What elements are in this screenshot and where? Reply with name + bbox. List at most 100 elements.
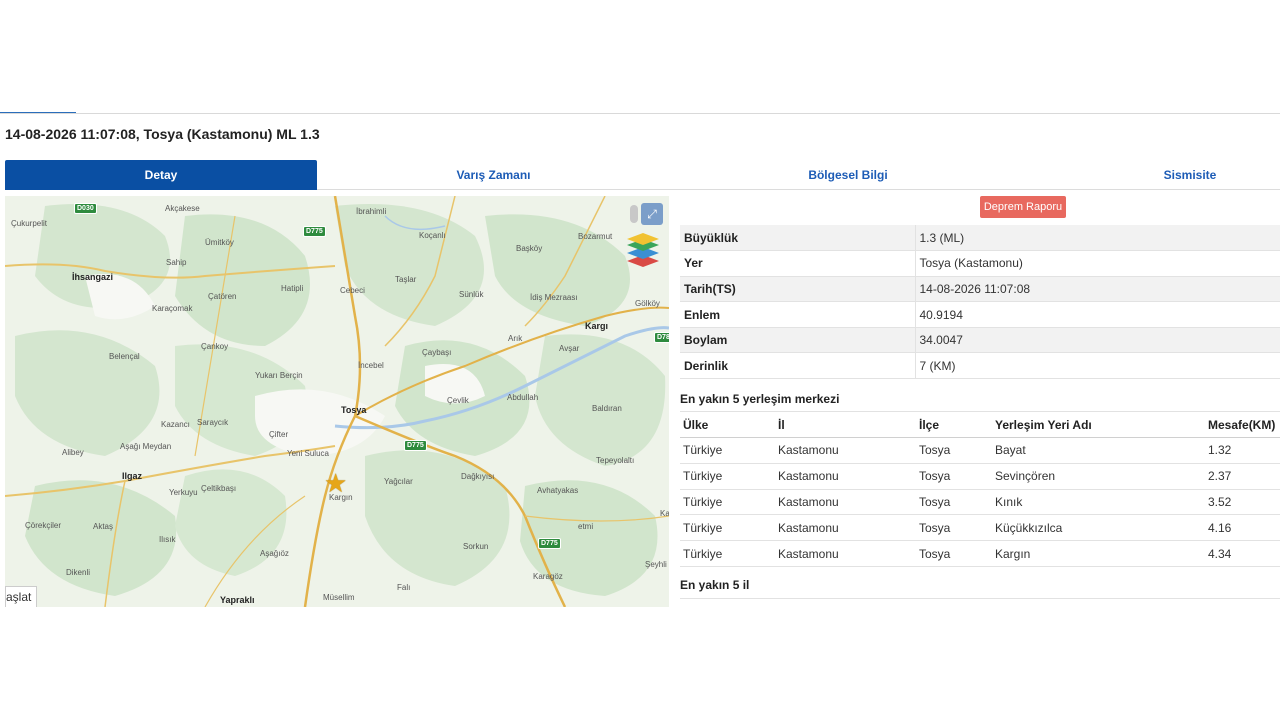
detail-key: Boylam: [680, 327, 916, 354]
tab-varis-zamani[interactable]: Varış Zamanı: [340, 160, 647, 190]
cell-country: Türkiye: [680, 489, 775, 516]
cell-country: Türkiye: [680, 437, 775, 464]
map-label-asagimeydan: Aşağı Meydan: [120, 442, 172, 451]
map-label-bozarmut: Bozarmut: [578, 232, 613, 241]
map-label-aktas: Aktaş: [93, 522, 114, 531]
column-header: İlçe: [916, 411, 992, 438]
cell-district: Tosya: [916, 514, 992, 542]
map-label-avhatyakas: Avhatyakas: [537, 486, 579, 495]
viewport-bottom-blank: [0, 607, 1280, 720]
map-label-saraycik: Saraycık: [197, 418, 229, 427]
cell-distance: 4.34: [1205, 540, 1280, 567]
detail-value: 40.9194: [915, 301, 1280, 328]
tab-detay[interactable]: Detay: [5, 160, 317, 190]
detail-key: Derinlik: [680, 352, 916, 380]
map-label-yukanbercin: Yukarı Berçin: [255, 371, 303, 380]
map-label-yenisuluca: Yeni Suluca: [287, 449, 329, 458]
detail-key: Tarih(TS): [680, 276, 916, 303]
map-label-yaprakli: Yapraklı: [220, 595, 255, 605]
provinces-table-top-border: [680, 598, 1280, 599]
map-label-incebel: İncebel: [358, 361, 384, 370]
cell-country: Türkiye: [680, 514, 775, 542]
table-row: Türkiye Kastamonu Tosya Sevinçören 2.37: [680, 463, 1280, 490]
road-shield-d030: D030: [74, 203, 97, 214]
map-label-yerkuyu: Yerkuyu: [169, 488, 198, 497]
map-start-button[interactable]: Başlat: [5, 586, 37, 607]
cell-province: Kastamonu: [775, 540, 916, 567]
map-side-handle[interactable]: [630, 205, 638, 223]
cell-district: Tosya: [916, 437, 992, 464]
map-label-cifter: Çifter: [269, 430, 289, 439]
cell-distance: 3.52: [1205, 489, 1280, 516]
map-label-yagcilar: Yağcılar: [384, 477, 413, 486]
cell-country: Türkiye: [680, 463, 775, 490]
map-label-karagoz: Karagöz: [533, 572, 563, 581]
map-label-ibrahimli: İbrahimli: [356, 207, 387, 216]
map-label-cevlik: Çevlik: [447, 396, 469, 405]
map-label-baskoy: Başköy: [516, 244, 543, 253]
page-title: 14-08-2026 11:07:08, Tosya (Kastamonu) M…: [5, 126, 320, 142]
detail-value: 7 (KM): [915, 352, 1280, 380]
cell-settlement: Bayat: [992, 437, 1205, 464]
tab-bolgesel-bilgi[interactable]: Bölgesel Bilgi: [688, 160, 1008, 190]
map-label-catoren: Çatören: [208, 292, 237, 301]
map-label-ihsangazi: İhsangazi: [72, 272, 114, 282]
detail-value: 14-08-2026 11:07:08: [915, 276, 1280, 303]
map-label-tosya: Tosya: [341, 405, 367, 415]
detail-key: Yer: [680, 250, 916, 277]
road-shield-d78: D78: [654, 332, 669, 343]
cell-settlement: Kınık: [992, 489, 1205, 516]
column-header: Yerleşim Yeri Adı: [992, 411, 1205, 438]
cell-settlement: Küçükkızılca: [992, 514, 1205, 542]
table-row: Türkiye Kastamonu Tosya Bayat 1.32: [680, 437, 1280, 464]
map-label-umitkoy: Ümitköy: [205, 238, 234, 247]
cell-distance: 1.32: [1205, 437, 1280, 464]
map-label-ilisik: Ilısık: [159, 535, 176, 544]
map-label-karacomak: Karaçomak: [152, 304, 193, 313]
fullscreen-icon[interactable]: ⤢: [641, 203, 663, 225]
map-label-akcakese: Akçakese: [165, 204, 200, 213]
map-label-hatipli: Hatipli: [281, 284, 304, 293]
earthquake-report-button[interactable]: Deprem Raporu: [980, 196, 1066, 218]
map-label-musellim: Müsellim: [323, 593, 355, 602]
map-label-dikenli: Dikenli: [66, 568, 91, 577]
map-label-ka: Ka: [660, 509, 669, 518]
cell-settlement: Kargın: [992, 540, 1205, 567]
map-label-corekciler: Çörekçiler: [25, 521, 62, 530]
detail-value: 1.3 (ML): [915, 225, 1280, 252]
map-label-baldiran: Baldıran: [592, 404, 622, 413]
cell-distance: 4.16: [1205, 514, 1280, 542]
detail-row: Büyüklük 1.3 (ML): [680, 225, 1280, 252]
map-label-belencal: Belençal: [109, 352, 140, 361]
road-shield-d775-south: D775: [538, 538, 561, 549]
table-row: Türkiye Kastamonu Tosya Kargın 4.34: [680, 540, 1280, 567]
cell-distance: 2.37: [1205, 463, 1280, 490]
map-label-cebeci: Cebeci: [340, 286, 365, 295]
map-label-alibey: Alibey: [62, 448, 84, 457]
epicenter-map[interactable]: Çukurpelit Akçakese Ümitköy Sahip İhsang…: [5, 196, 669, 607]
tab-sismisite[interactable]: Sismisite: [1095, 160, 1280, 190]
map-label-tepeyolalti: Tepeyolaltı: [596, 456, 635, 465]
map-label-kazanci: Kazancı: [161, 420, 190, 429]
map-label-idismezraasi: İdiş Mezraası: [530, 293, 578, 302]
cell-district: Tosya: [916, 489, 992, 516]
column-header: Mesafe(KM): [1205, 411, 1280, 438]
layers-icon[interactable]: [625, 233, 661, 267]
cell-country: Türkiye: [680, 540, 775, 567]
table-row: Türkiye Kastamonu Tosya Kınık 3.52: [680, 489, 1280, 516]
detail-key: Büyüklük: [680, 225, 916, 252]
map-label-etmi: etmi: [578, 522, 594, 531]
map-label-dagkuyusu: Dağkıyısı: [461, 472, 495, 481]
map-label-fali: Falı: [397, 583, 411, 592]
detail-value: Tosya (Kastamonu): [915, 250, 1280, 277]
cell-province: Kastamonu: [775, 463, 916, 490]
map-label-ankoy: Çankoy: [201, 342, 229, 351]
detail-value: 34.0047: [915, 327, 1280, 354]
epicenter-star-icon[interactable]: ★: [324, 468, 347, 499]
map-label-kocanli: Koçanlı: [419, 231, 446, 240]
map-label-seyhli: Şeyhli: [645, 560, 667, 569]
detail-row: Yer Tosya (Kastamonu): [680, 250, 1280, 277]
table-header-row: Ülke İl İlçe Yerleşim Yeri Adı Mesafe(KM…: [680, 411, 1280, 438]
map-label-abdullah: Abdullah: [507, 393, 539, 402]
detail-row: Tarih(TS) 14-08-2026 11:07:08: [680, 276, 1280, 303]
